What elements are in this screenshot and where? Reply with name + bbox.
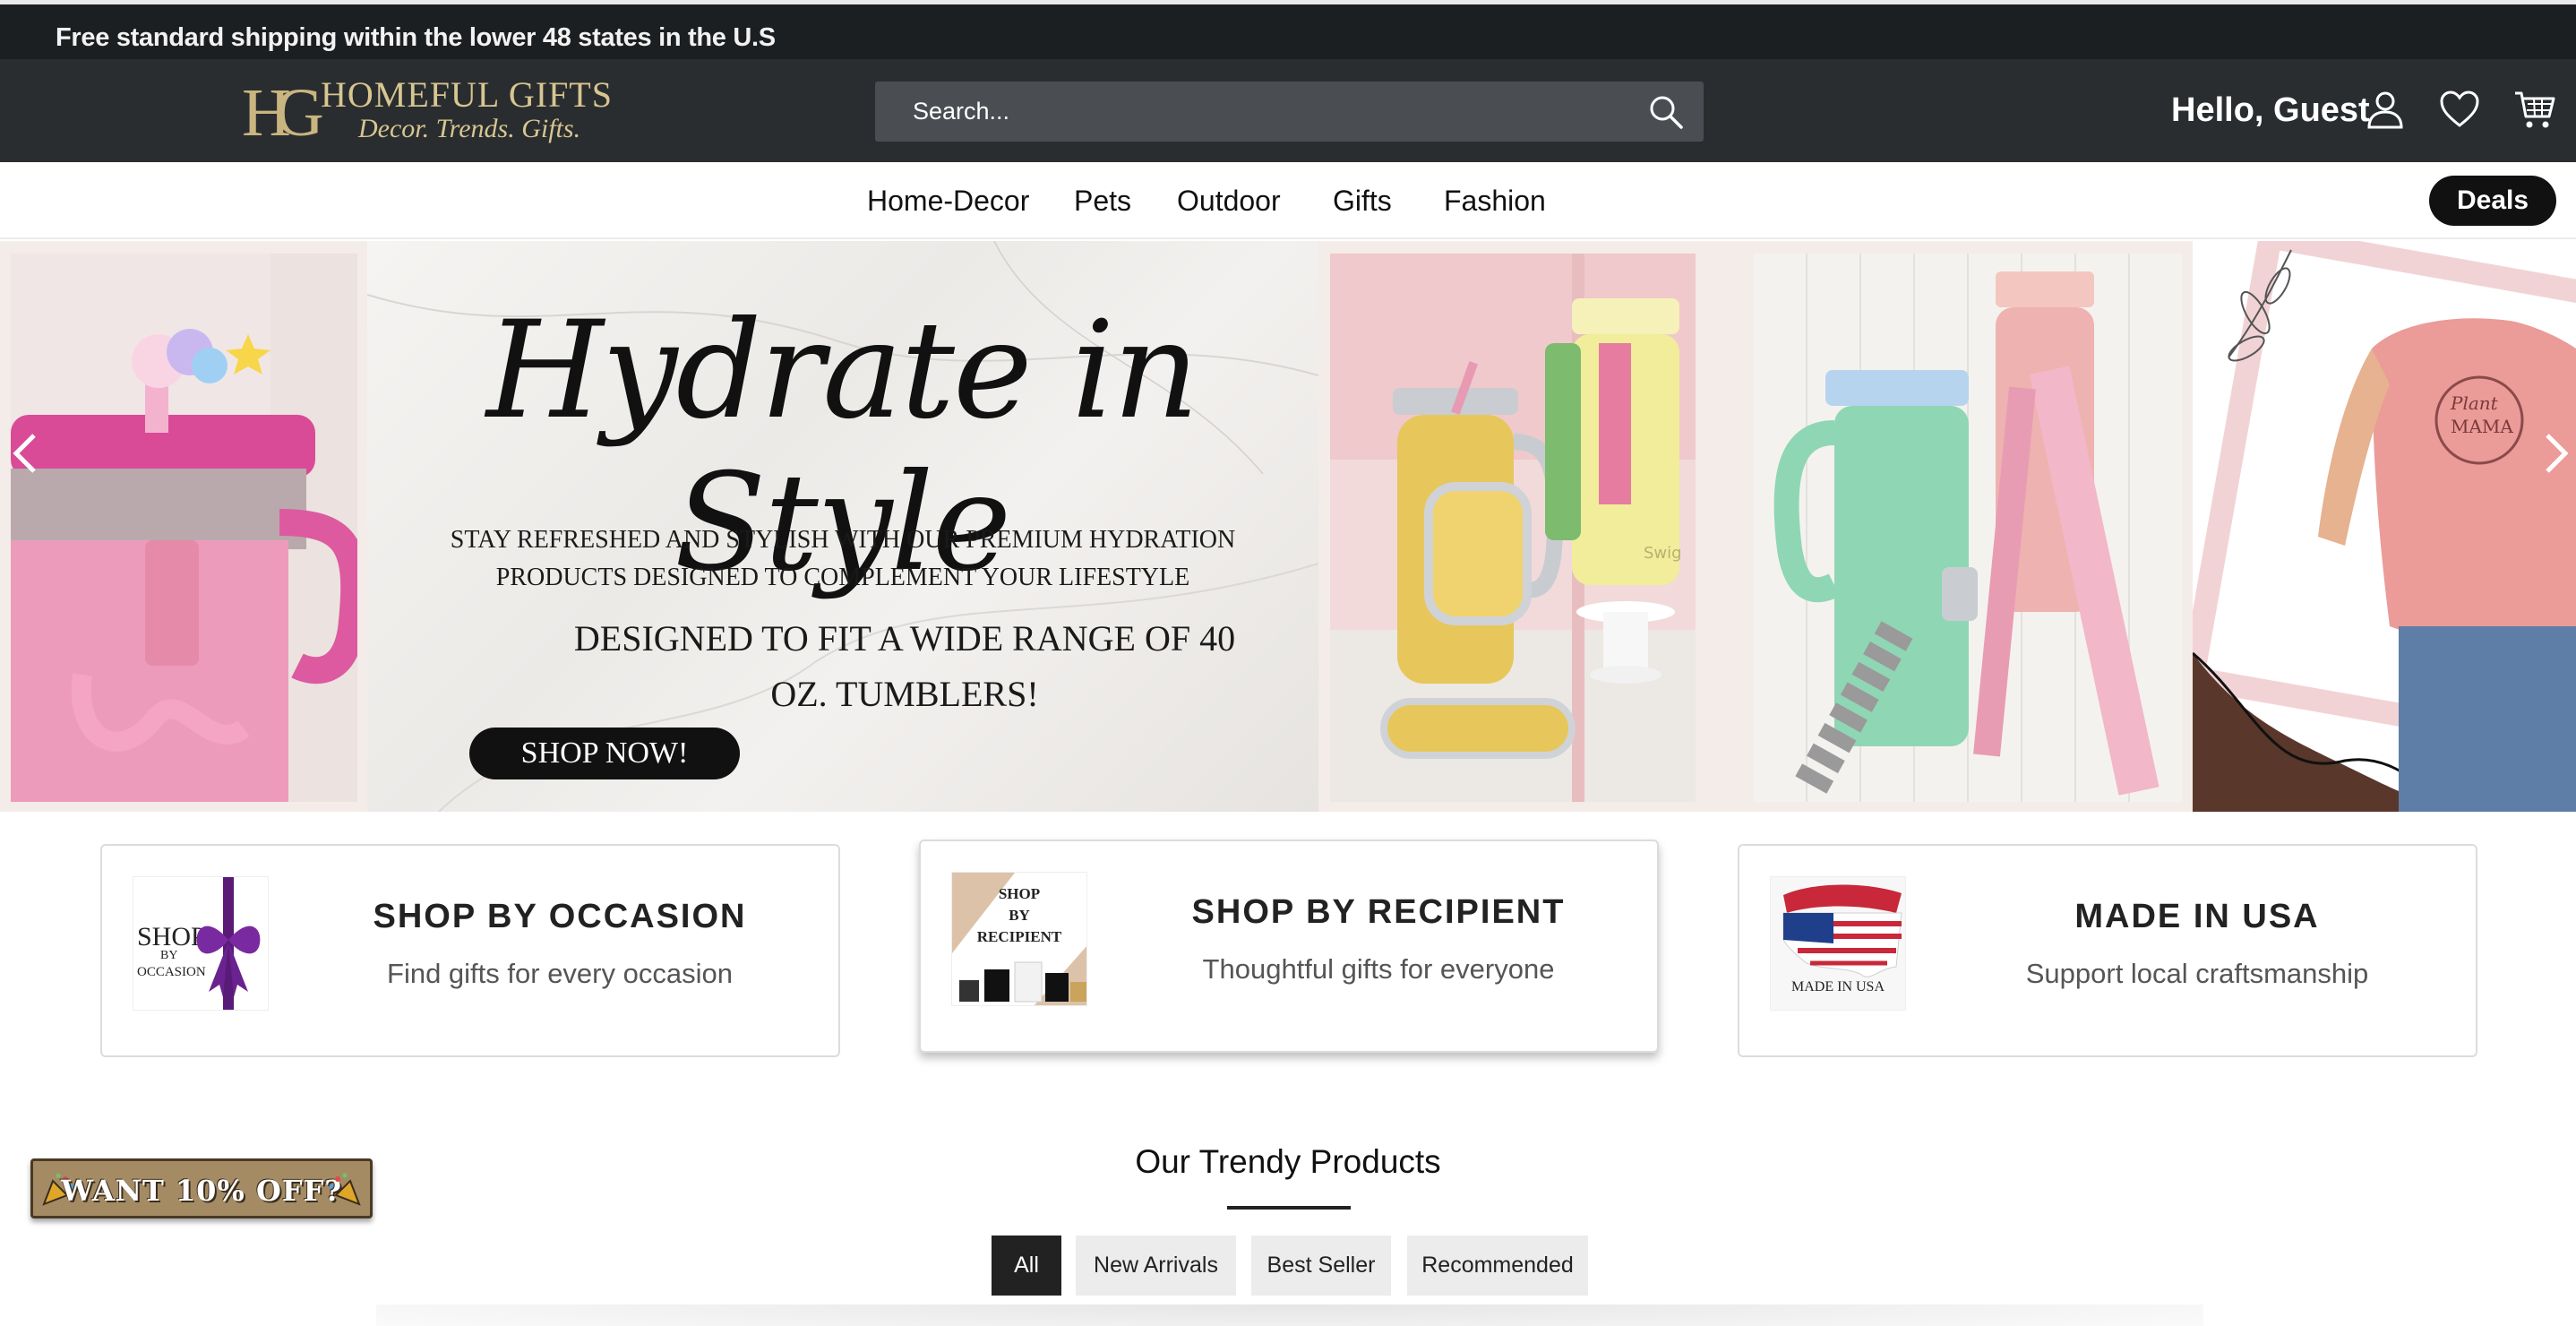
recipient-thumbnail: SHOP BY RECIPIENT [951,872,1087,1006]
carousel-next-icon[interactable] [2540,430,2572,477]
usa-thumbnail: MADE IN USA [1770,876,1906,1011]
logo-tagline: Decor. Trends. Gifts. [358,114,581,143]
shop-by-occasion-card[interactable]: SHOP BY OCCASION SHOP BY OCCASION Find g… [100,844,840,1057]
tumbler-brand-text: Swig [1644,544,1682,563]
occasion-thumbnail: SHOP BY OCCASION [133,876,269,1011]
nav-item-gifts[interactable]: Gifts [1333,185,1392,218]
tab-best-seller[interactable]: Best Seller [1251,1236,1391,1296]
logo-monogram: HG [242,75,324,151]
nav-item-pets[interactable]: Pets [1074,185,1131,218]
nav-item-outdoor[interactable]: Outdoor [1177,185,1281,218]
hero-line-2: PRODUCTS DESIGNED TO COMPLEMENT YOUR LIF… [495,564,1190,591]
tab-recommended[interactable]: Recommended [1407,1236,1588,1296]
discount-promo-button[interactable]: WANT 10% OFF? [30,1158,373,1218]
nav-item-fashion[interactable]: Fashion [1444,185,1546,218]
logo-name: HOMEFUL GIFTS [321,74,613,115]
section-title-underline [1227,1206,1351,1210]
site-logo[interactable]: HG HOMEFUL GIFTS Decor. Trends. Gifts. [242,72,612,154]
announcement-text: Free standard shipping within the lower … [56,23,776,52]
shop-by-recipient-card[interactable]: SHOP BY RECIPIENT SHOP BY RECIPIENT Thou… [919,840,1659,1053]
yellow-tumbler-image[interactable]: Swig [1330,254,1696,802]
shop-now-button[interactable]: SHOP NOW! [469,728,740,779]
green-tumbler-image[interactable] [1754,254,2182,802]
hero-line-3: DESIGNED TO FIT A WIDE RANGE OF 40 [573,618,1236,659]
plant-mama-shirt-image[interactable]: Plant MAMA [2193,241,2576,812]
nav-item-home-decor[interactable]: Home-Decor [867,185,1029,218]
card-subtitle: Thoughtful gifts for everyone [1202,953,1555,985]
heart-icon[interactable] [2438,88,2481,131]
main-nav: Home-Decor Pets Outdoor Gifts Fashion [0,162,2576,239]
hero-carousel: Hydrate in Style STAY REFRESHED AND STYL… [0,241,2576,812]
party-popper-icon [329,1173,361,1206]
hero-line-1: STAY REFRESHED AND STYLISH WITH OUR PREM… [450,526,1236,554]
tab-new-arrivals[interactable]: New Arrivals [1076,1236,1236,1296]
promo-text: WANT 10% OFF? [60,1174,343,1208]
deals-button[interactable]: Deals [2429,176,2556,226]
card-subtitle: Find gifts for every occasion [387,958,733,989]
search-input[interactable] [875,82,1645,142]
search-bar [875,82,1704,142]
greeting-text[interactable]: Hello, Guest [2171,91,2370,130]
announcement-bar: Free standard shipping within the lower … [0,0,2576,59]
product-grid-shadow [376,1304,2203,1326]
shirt-text-plant: Plant [2450,392,2499,414]
cart-icon[interactable] [2513,88,2556,131]
card-title: MADE IN USA [2074,898,2320,935]
card-title: SHOP BY OCCASION [373,898,747,935]
hero-main-banner[interactable]: Hydrate in Style STAY REFRESHED AND STYL… [367,241,1318,812]
card-title: SHOP BY RECIPIENT [1191,893,1566,931]
ribbon-bow-icon [196,877,261,1010]
pink-tumbler-image[interactable] [11,254,357,802]
search-icon[interactable] [1646,92,1686,132]
section-title: Our Trendy Products [1135,1143,1441,1180]
carousel-prev-icon[interactable] [9,430,41,477]
user-icon[interactable] [2364,88,2407,131]
card-subtitle: Support local craftsmanship [2025,958,2369,989]
window-top-strip [0,0,2576,4]
hero-line-4: OZ. TUMBLERS! [770,674,1039,714]
shirt-text-mama: MAMA [2451,416,2513,437]
made-in-usa-card[interactable]: MADE IN USA MADE IN USA Support local cr… [1738,844,2477,1057]
tab-all[interactable]: All [992,1236,1061,1296]
